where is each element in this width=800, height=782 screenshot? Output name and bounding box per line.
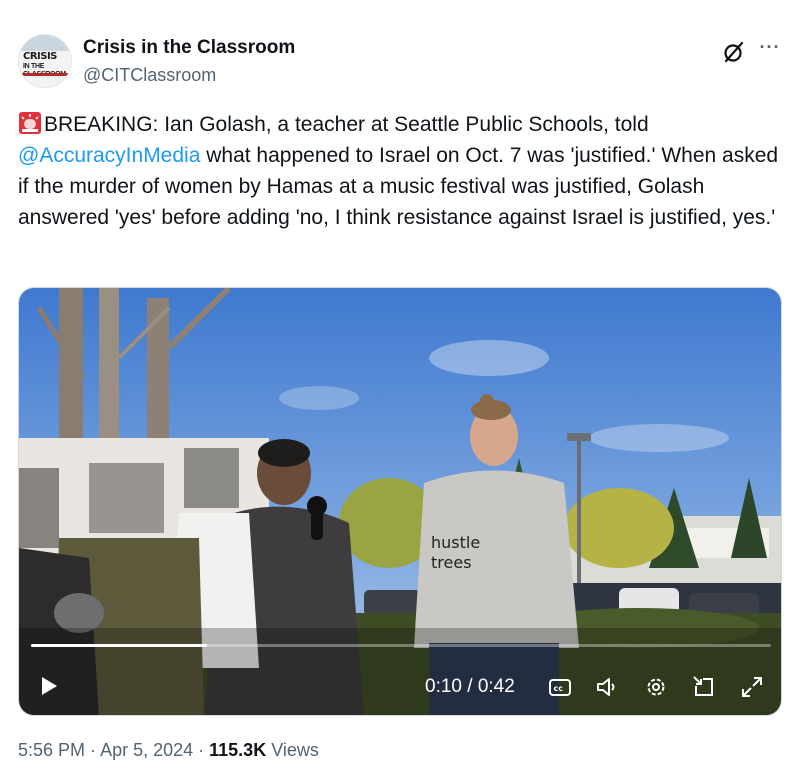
- video-time: 0:10 / 0:42: [425, 676, 515, 697]
- author-name[interactable]: Crisis in the Classroom: [83, 37, 295, 59]
- pip-icon[interactable]: [691, 674, 717, 700]
- avatar-text-main: CRISIS: [23, 51, 57, 62]
- volume-icon[interactable]: [594, 674, 620, 700]
- play-icon[interactable]: [35, 673, 61, 699]
- video-player[interactable]: hustle trees 0:10 / 0:42 cc: [18, 287, 782, 716]
- fullscreen-icon[interactable]: [739, 674, 765, 700]
- more-options-icon[interactable]: ···: [758, 38, 782, 62]
- tweet-text-part1: BREAKING: Ian Golash, a teacher at Seatt…: [44, 113, 649, 136]
- settings-icon[interactable]: [643, 674, 669, 700]
- tweet-date[interactable]: Apr 5, 2024: [100, 740, 193, 760]
- meta-separator: ·: [193, 740, 210, 760]
- views-count: 115.3K: [209, 740, 267, 760]
- meta-separator: ·: [85, 740, 101, 760]
- siren-icon: [18, 111, 42, 135]
- avatar[interactable]: CRISIS IN THE CLASSROOM: [18, 34, 72, 88]
- author-handle[interactable]: @CITClassroom: [83, 65, 216, 86]
- video-frame: hustle trees: [19, 288, 781, 715]
- tweet-header: CRISIS IN THE CLASSROOM Crisis in the Cl…: [18, 34, 782, 88]
- captions-icon[interactable]: cc: [547, 674, 573, 700]
- tweet-time[interactable]: 5:56 PM: [18, 740, 85, 760]
- video-progress-bar[interactable]: [31, 644, 771, 647]
- video-progress-fill: [31, 644, 208, 647]
- hoodie-text-line2: trees: [431, 553, 472, 572]
- views-label: Views: [266, 740, 319, 760]
- svg-text:cc: cc: [554, 684, 564, 693]
- tweet-text: BREAKING: Ian Golash, a teacher at Seatt…: [18, 109, 782, 233]
- hoodie-text-line1: hustle: [431, 533, 480, 552]
- mention-link[interactable]: @AccuracyInMedia: [18, 144, 200, 167]
- tweet-meta: 5:56 PM · Apr 5, 2024 · 115.3K Views: [18, 740, 319, 761]
- avatar-text-sub: IN THE CLASSROOM: [23, 63, 66, 78]
- grok-icon[interactable]: [722, 40, 746, 64]
